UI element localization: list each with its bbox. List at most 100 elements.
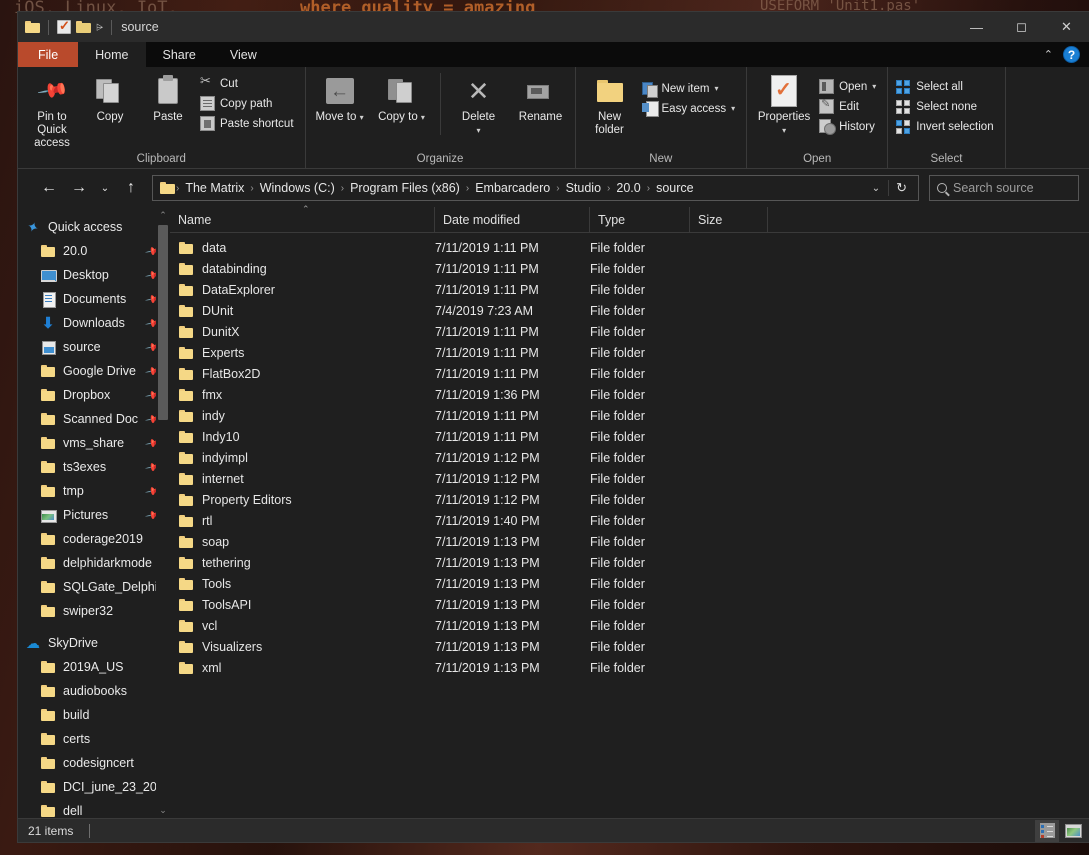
delete-caret-icon[interactable]: ▾ [477,124,481,137]
open-caret-icon[interactable]: ▾ [872,82,876,91]
new-folder-qat-icon[interactable] [76,21,91,33]
sidebar-item-dell[interactable]: dell [18,799,170,818]
maximize-button[interactable]: ◻ [999,12,1044,42]
large-icons-view-button[interactable] [1061,820,1085,842]
table-row[interactable]: indy 7/11/2019 1:11 PM File folder [170,405,1089,426]
sidebar-item-pictures[interactable]: Pictures 📌 [18,503,170,527]
breadcrumb-item-program-files-x86[interactable]: Program Files (x86) [345,179,465,197]
new-item-button[interactable]: New item ▾ [640,79,741,98]
tab-home[interactable]: Home [78,42,146,67]
column-header-type[interactable]: Type [590,206,690,233]
table-row[interactable]: indyimpl 7/11/2019 1:12 PM File folder [170,447,1089,468]
customize-caret-icon[interactable]: ⩥ [96,19,103,35]
breadcrumb-item-studio[interactable]: Studio [561,179,606,197]
new-folder-button[interactable]: New folder [582,71,638,140]
copy-to-button[interactable]: Copy to ▾ [374,71,430,127]
sidebar-item-source[interactable]: source 📌 [18,335,170,359]
sidebar-item-desktop[interactable]: Desktop 📌 [18,263,170,287]
scroll-down-icon[interactable]: ⌄ [156,802,170,818]
sidebar-item-swiper32[interactable]: swiper32 [18,599,170,623]
table-row[interactable]: Indy10 7/11/2019 1:11 PM File folder [170,426,1089,447]
table-row[interactable]: fmx 7/11/2019 1:36 PM File folder [170,384,1089,405]
sidebar-item-ts3exes[interactable]: ts3exes 📌 [18,455,170,479]
breadcrumb-item-windows-c[interactable]: Windows (C:) [255,179,340,197]
breadcrumb-item-the-matrix[interactable]: The Matrix [180,179,249,197]
sidebar-item-vms-share[interactable]: vms_share 📌 [18,431,170,455]
table-row[interactable]: data 7/11/2019 1:11 PM File folder [170,237,1089,258]
table-row[interactable]: xml 7/11/2019 1:13 PM File folder [170,657,1089,678]
sidebar-item-dropbox[interactable]: Dropbox 📌 [18,383,170,407]
sidebar-section-skydrive[interactable]: ☁ SkyDrive [18,631,170,655]
tab-view[interactable]: View [213,42,274,67]
easy-access-caret-icon[interactable]: ▾ [731,104,735,113]
table-row[interactable]: tethering 7/11/2019 1:13 PM File folder [170,552,1089,573]
table-row[interactable]: databinding 7/11/2019 1:11 PM File folder [170,258,1089,279]
tab-share[interactable]: Share [146,42,213,67]
table-row[interactable]: vcl 7/11/2019 1:13 PM File folder [170,615,1089,636]
sidebar-item-dci-june-23-201[interactable]: DCI_june_23_201 [18,775,170,799]
invert-selection-button[interactable]: Invert selection [894,117,998,136]
select-all-button[interactable]: Select all [894,77,998,96]
up-button[interactable]: ↑ [118,175,144,201]
paste-button[interactable]: Paste [140,71,196,127]
sidebar-scrollbar[interactable]: ⌃ ⌄ [156,207,170,818]
minimize-button[interactable]: — [954,12,999,42]
rename-button[interactable]: Rename [513,71,569,127]
help-icon[interactable]: ? [1063,46,1080,63]
column-header-date-modified[interactable]: Date modified [435,206,590,233]
column-header-name[interactable]: Name [170,206,435,233]
history-button[interactable]: History [817,117,881,136]
details-view-button[interactable] [1035,819,1059,842]
search-box[interactable] [929,175,1079,201]
tab-file[interactable]: File [18,42,79,67]
sidebar-item-certs[interactable]: certs [18,727,170,751]
sidebar-item-delphidarkmode[interactable]: delphidarkmode [18,551,170,575]
folder-icon[interactable] [25,21,40,33]
column-header-size[interactable]: Size [690,206,768,233]
open-button[interactable]: Open ▾ [817,77,881,96]
table-row[interactable]: internet 7/11/2019 1:12 PM File folder [170,468,1089,489]
scroll-up-icon[interactable]: ⌃ [156,207,170,223]
cut-button[interactable]: Cut [198,73,299,93]
new-item-caret-icon[interactable]: ▾ [714,84,718,93]
sidebar-item-coderage2019[interactable]: coderage2019 [18,527,170,551]
delete-button[interactable]: ✕ Delete ▾ [451,71,507,140]
breadcrumb-item-source[interactable]: source [651,179,699,197]
sidebar-item-20-0[interactable]: 20.0 📌 [18,239,170,263]
copy-button[interactable]: Copy [82,71,138,127]
sidebar-item-codesigncert[interactable]: codesigncert [18,751,170,775]
paste-shortcut-button[interactable]: Paste shortcut [198,114,299,133]
table-row[interactable]: Property Editors 7/11/2019 1:12 PM File fo… [170,489,1089,510]
recent-locations-button[interactable]: ⌄ [96,175,114,201]
table-row[interactable]: soap 7/11/2019 1:13 PM File folder [170,531,1089,552]
sidebar-item-documents[interactable]: Documents 📌 [18,287,170,311]
sidebar-item-scanned-doc[interactable]: Scanned Doc 📌 [18,407,170,431]
sidebar-section-quick-access[interactable]: ✦ Quick access [18,215,170,239]
properties-check-icon[interactable] [57,18,71,34]
breadcrumb-item-20-0[interactable]: 20.0 [611,179,645,197]
breadcrumb-item-embarcadero[interactable]: Embarcadero [470,179,555,197]
search-input[interactable] [953,181,1071,195]
breadcrumb-root-icon[interactable] [157,182,175,194]
easy-access-button[interactable]: Easy access ▾ [640,99,741,118]
table-row[interactable]: rtl 7/11/2019 1:40 PM File folder [170,510,1089,531]
table-row[interactable]: DataExplorer 7/11/2019 1:11 PM File folder [170,279,1089,300]
table-row[interactable]: Tools 7/11/2019 1:13 PM File folder [170,573,1089,594]
copy-path-button[interactable]: Copy path [198,94,299,113]
collapse-ribbon-icon[interactable]: ⌃ [1044,48,1053,61]
sidebar-item-sqlgate-delphi[interactable]: SQLGate_Delphi [18,575,170,599]
table-row[interactable]: ToolsAPI 7/11/2019 1:13 PM File folder [170,594,1089,615]
sidebar-item-audiobooks[interactable]: audiobooks [18,679,170,703]
table-row[interactable]: Visualizers 7/11/2019 1:13 PM File folder [170,636,1089,657]
table-row[interactable]: Experts 7/11/2019 1:11 PM File folder [170,342,1089,363]
select-none-button[interactable]: Select none [894,97,998,116]
move-to-button[interactable]: Move to ▾ [312,71,368,127]
refresh-button[interactable]: ↻ [888,180,914,196]
properties-button[interactable]: Properties ▾ [753,71,815,140]
close-button[interactable]: ✕ [1044,12,1089,42]
sidebar-item-google-drive[interactable]: Google Drive 📌 [18,359,170,383]
sidebar-item-downloads[interactable]: ⬇ Downloads 📌 [18,311,170,335]
breadcrumb-bar[interactable]: › The Matrix › Windows (C:) › Program Fi… [152,175,919,201]
properties-caret-icon[interactable]: ▾ [782,124,786,137]
pin-to-quick-access-button[interactable]: 📌 Pin to Quick access [24,71,80,153]
